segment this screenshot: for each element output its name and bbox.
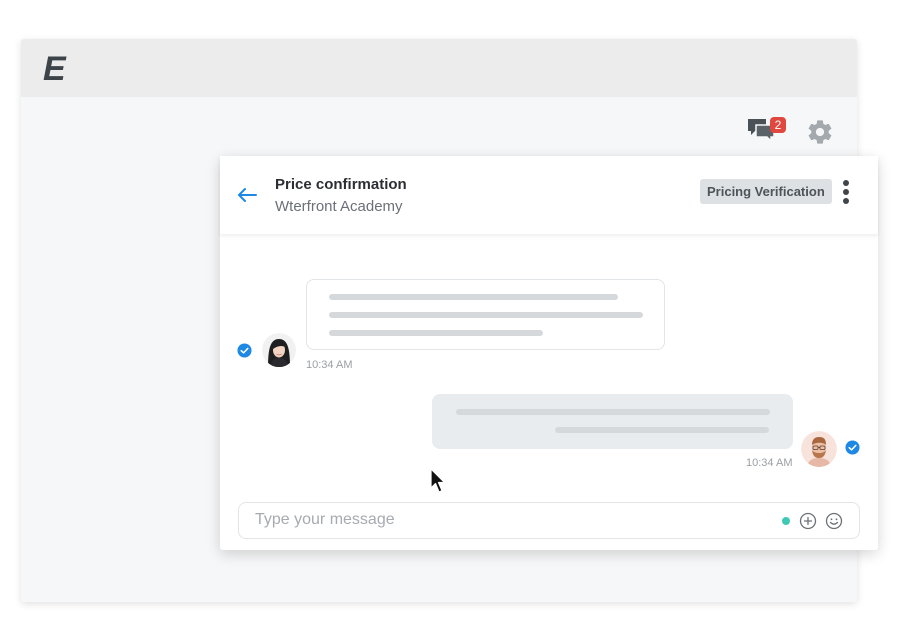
incoming-message-bubble[interactable] xyxy=(306,279,665,350)
notification-badge: 2 xyxy=(770,117,786,133)
incoming-message-time: 10:34 AM xyxy=(306,359,353,371)
outgoing-message-bubble[interactable] xyxy=(432,394,793,449)
chat-panel: Price confirmation Wterfront Academy Pri… xyxy=(220,156,878,550)
message-input[interactable] xyxy=(255,503,755,537)
cursor-icon xyxy=(430,468,446,493)
smile-icon[interactable] xyxy=(825,512,843,530)
message-composer xyxy=(238,502,860,539)
check-circle-icon xyxy=(845,440,860,455)
back-arrow-icon[interactable] xyxy=(236,186,258,204)
outgoing-message-time: 10:34 AM xyxy=(746,457,793,469)
kebab-menu-icon[interactable] xyxy=(842,180,850,204)
check-circle-icon xyxy=(237,343,252,358)
chat-header: Price confirmation Wterfront Academy Pri… xyxy=(220,156,878,234)
gear-icon[interactable] xyxy=(806,118,834,146)
plus-circle-icon[interactable] xyxy=(799,512,817,530)
app-header: E xyxy=(21,39,857,97)
avatar-woman[interactable] xyxy=(262,333,296,367)
conversation-title: Price confirmation xyxy=(275,176,407,193)
app-logo[interactable]: E xyxy=(43,49,66,89)
avatar-man[interactable] xyxy=(801,431,837,467)
pricing-verification-tag[interactable]: Pricing Verification xyxy=(700,179,832,204)
conversation-subtitle: Wterfront Academy xyxy=(275,198,403,215)
online-status-dot xyxy=(782,517,790,525)
